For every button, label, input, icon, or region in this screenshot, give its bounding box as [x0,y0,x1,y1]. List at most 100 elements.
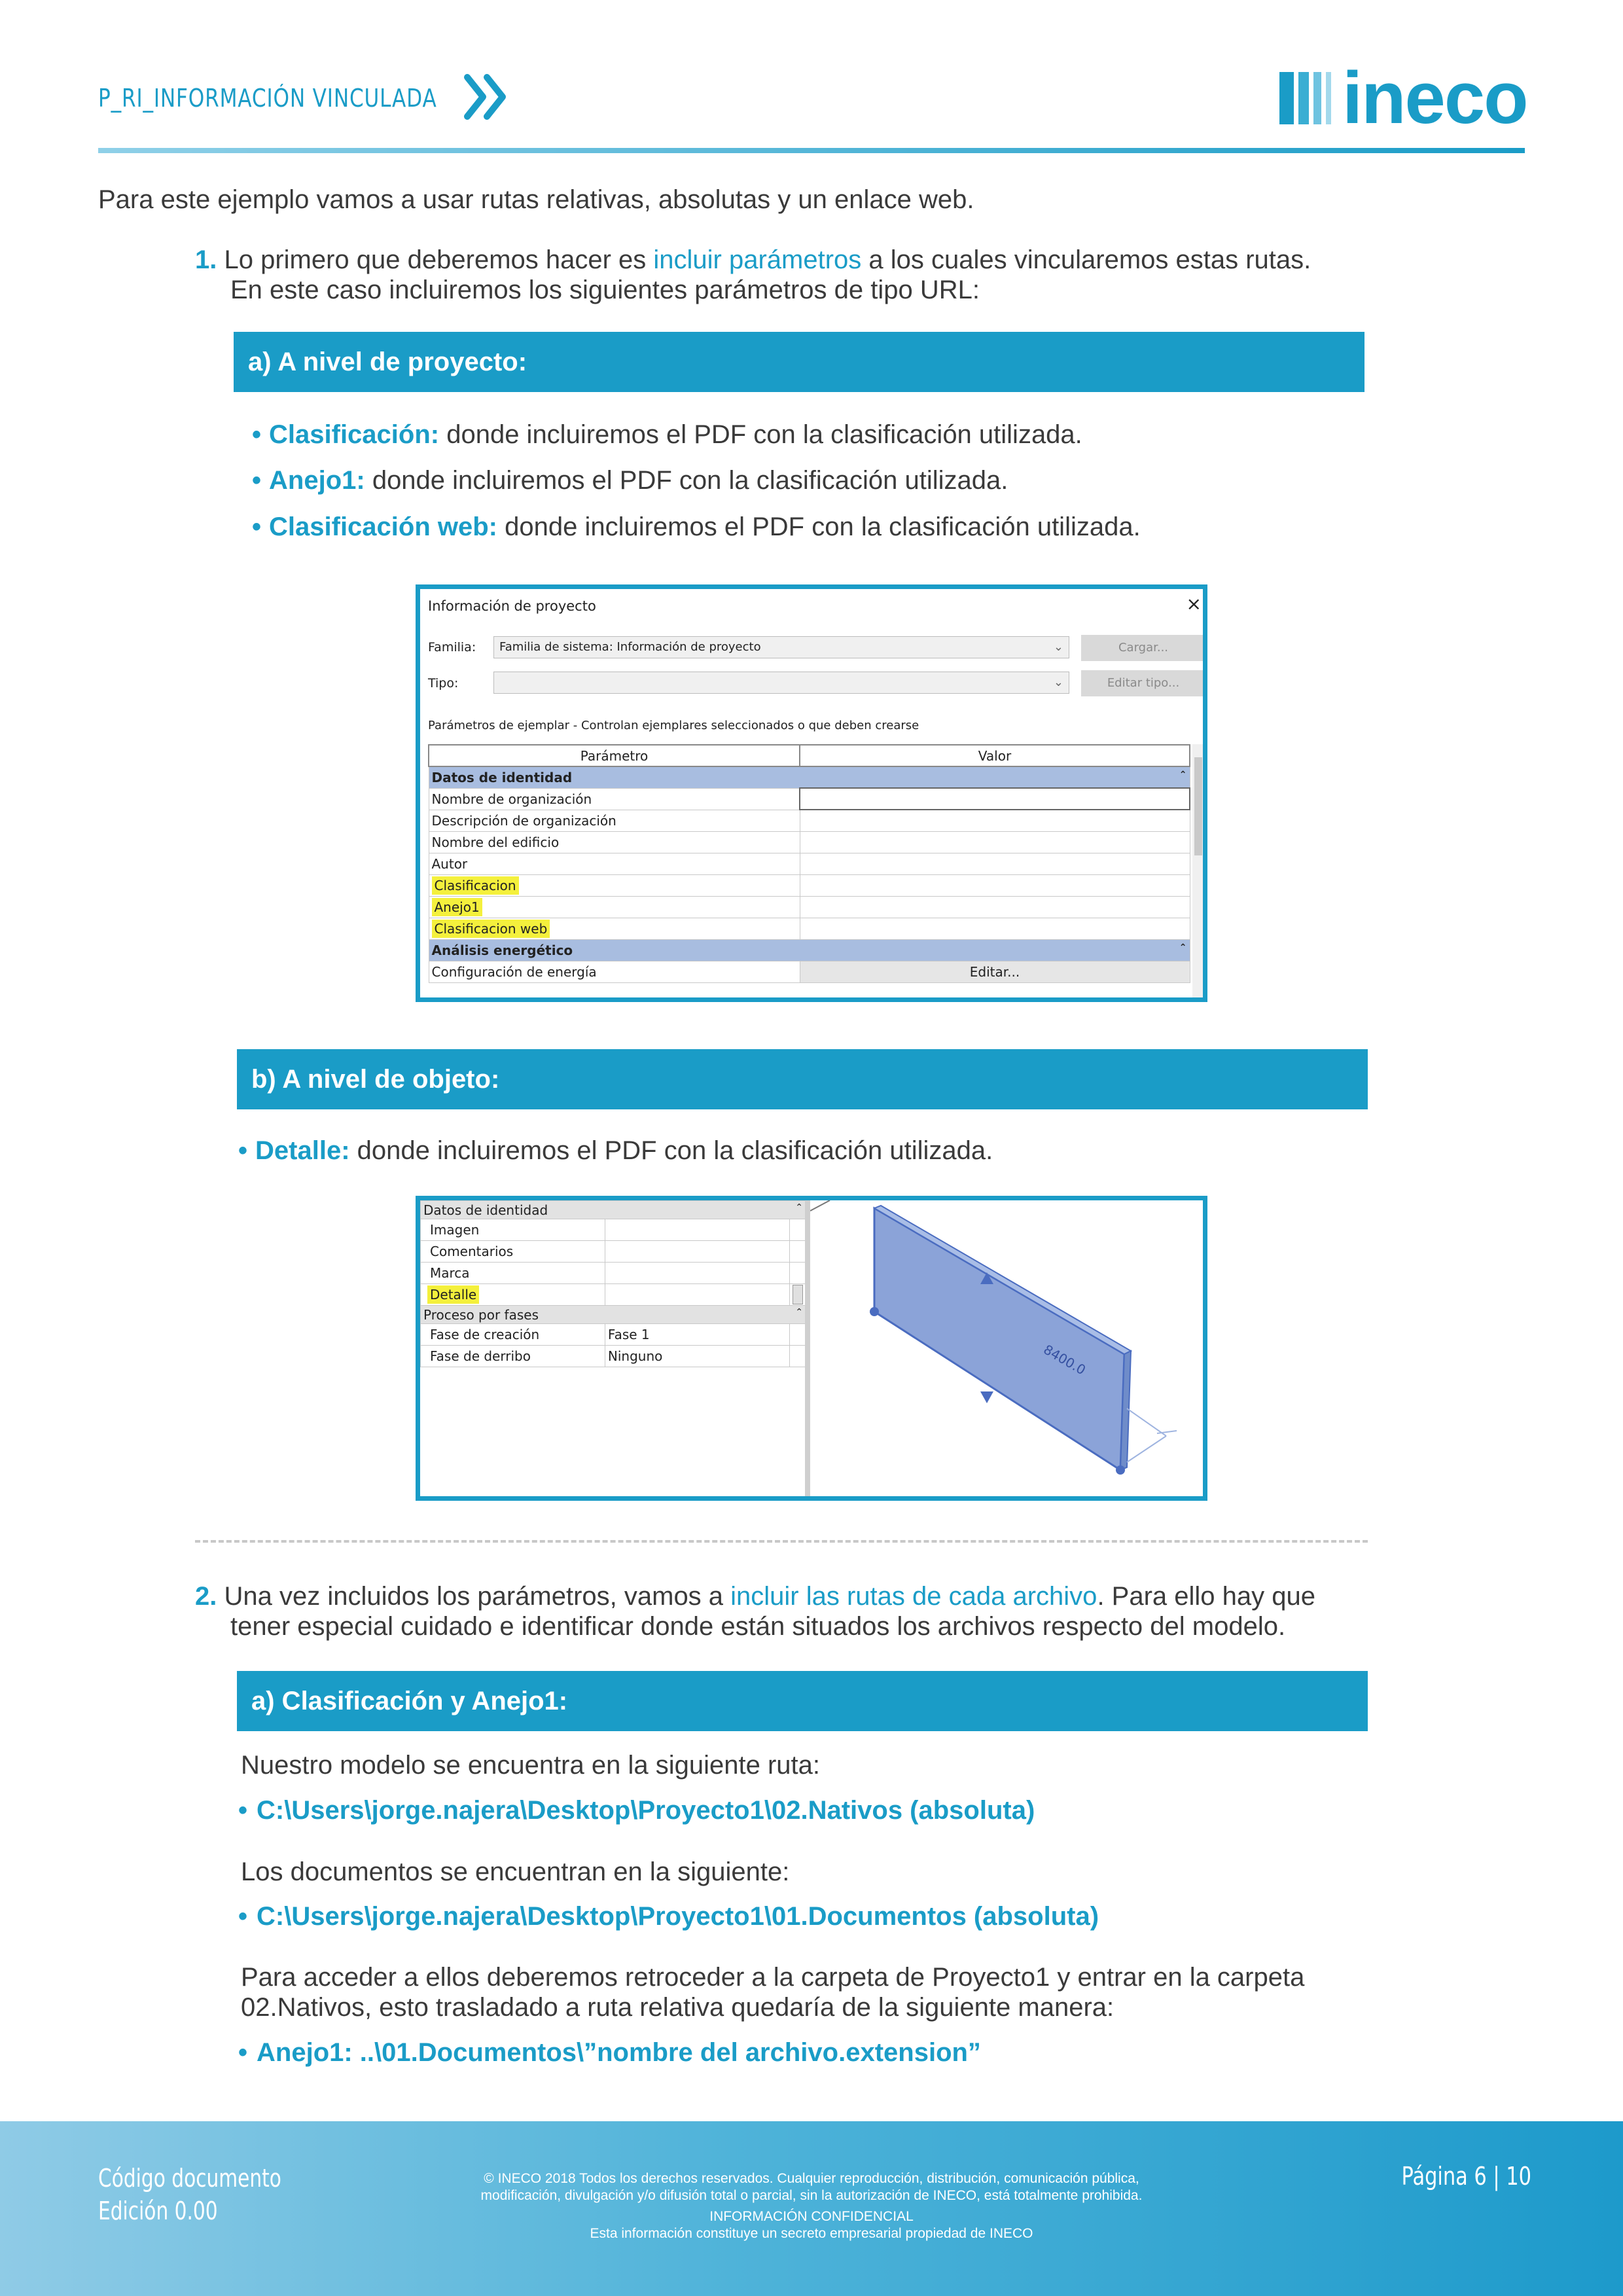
param-value[interactable] [799,809,1190,832]
step-1-line-2: En este caso incluiremos los siguientes … [230,276,980,304]
scrollbar[interactable] [1192,744,1203,997]
group-row-phases[interactable]: Proceso por fases ⌃ [420,1305,806,1324]
table-row[interactable]: Detalle [420,1283,807,1306]
close-icon[interactable]: × [1186,593,1202,615]
param-value[interactable] [799,895,1190,918]
step-1-line-1: 1. Lo primero que deberemos hacer es inc… [195,245,1311,275]
chevron-down-icon: ⌄ [1053,675,1063,689]
param-value-input[interactable] [799,787,1190,810]
bullet-clasificacion-web: • Clasificación web: donde incluiremos el… [252,512,1141,542]
project-info-dialog-screenshot: Información de proyecto × Familia: Famil… [416,584,1207,1002]
dialog-title: Información de proyecto [428,598,596,614]
section-a-heading: a) A nivel de proyecto: [234,332,1364,392]
prop-value[interactable] [604,1262,790,1284]
group-row-identity[interactable]: Datos de identidad ⌃ [428,766,1190,789]
bullet-text: donde incluiremos el PDF con la clasific… [349,1136,993,1165]
edit-energy-button[interactable]: Editar... [799,960,1190,983]
param-name: Descripción de organización [428,809,800,832]
section-b-heading: b) A nivel de objeto: [237,1049,1368,1109]
table-row[interactable]: Nombre de organización [428,787,1190,810]
type-select[interactable]: ⌄ [493,672,1069,694]
step-2-line-1: 2. Una vez incluidos los parámetros, vam… [195,1581,1315,1611]
collapse-icon[interactable]: ⌃ [1179,770,1187,780]
edit-type-button[interactable]: Editar tipo... [1081,670,1203,696]
prop-value[interactable] [604,1283,790,1306]
copyright-line-2: modificación, divulgación y/o difusión t… [480,2188,1143,2203]
documents-path: • C:\Users\jorge.najera\Desktop\Proyecto1… [238,1902,1099,1931]
bullet-anejo1: • Anejo1: donde incluiremos el PDF con la… [252,465,1008,495]
bullet-label: Detalle: [255,1136,350,1165]
prop-value[interactable]: Fase 1 [604,1323,790,1346]
header-divider [98,148,1525,153]
table-row[interactable]: Descripción de organización [428,809,1190,832]
scrollbar-thumb[interactable] [1194,757,1202,855]
param-value[interactable] [799,852,1190,875]
footer-legal: © INECO 2018 Todos los derechos reservad… [419,2170,1204,2242]
object-properties-screenshot: Datos de identidad ⌃ Imagen Comentarios M… [416,1196,1207,1501]
step-1-number: 1. [195,245,217,274]
param-name-highlighted: Clasificacion [431,876,519,895]
group-row-identity[interactable]: Datos de identidad ⌃ [420,1200,806,1219]
step-1-text: Lo primero que deberemos hacer es [224,245,654,274]
collapse-icon[interactable]: ⌃ [795,1307,803,1318]
table-row[interactable]: Imagen [420,1219,807,1241]
3d-wall-view[interactable]: 8400.0 [810,1200,1203,1496]
bullet-icon: • [252,466,262,495]
section-c-heading: a) Clasificación y Anejo1: [237,1671,1368,1731]
model-path: • C:\Users\jorge.najera\Desktop\Proyecto1… [238,1796,1035,1825]
prop-value[interactable]: Ninguno [604,1345,790,1367]
relative-path-explanation-1: Para acceder a ellos deberemos retrocede… [241,1963,1305,1992]
double-chevron-right-icon [464,74,506,120]
table-row[interactable]: Clasificacion [428,874,1190,897]
load-button[interactable]: Cargar... [1081,635,1203,661]
param-name: Configuración de energía [428,960,800,983]
step-2-text: Una vez incluidos los parámetros, vamos … [224,1582,731,1611]
path-text: Anejo1: ..\01.Documentos\”nombre del arc… [257,2038,981,2067]
table-row[interactable]: Nombre del edificio [428,831,1190,853]
document-title: P_RI_INFORMACIÓN VINCULADA [98,84,437,113]
relative-path: • Anejo1: ..\01.Documentos\”nombre del ar… [238,2038,981,2068]
column-header-value: Valor [799,744,1190,767]
group-label: Análisis energético ⌃ [428,939,1190,961]
page-number: Página 6 | 10 [1401,2162,1532,2191]
step-1-link[interactable]: incluir parámetros [653,245,861,274]
collapse-icon[interactable]: ⌃ [1179,942,1187,953]
family-select[interactable]: Familia de sistema: Información de proye… [493,636,1069,658]
confidential-note: Esta información constituye un secreto e… [590,2226,1033,2241]
family-value: Familia de sistema: Información de proye… [499,640,761,654]
param-value[interactable] [799,874,1190,897]
step-2-number: 2. [195,1582,217,1611]
prop-value[interactable] [604,1240,790,1263]
bullet-text: donde incluiremos el PDF con la clasific… [365,466,1008,495]
url-button[interactable] [792,1285,803,1304]
bullet-text: donde incluiremos el PDF con la clasific… [439,420,1082,449]
table-row[interactable]: Fase de derribo Ninguno [420,1345,807,1367]
table-row[interactable]: Comentarios [420,1240,807,1263]
prop-name: Imagen [420,1219,605,1241]
table-row[interactable]: Autor [428,852,1190,875]
param-name: Autor [428,852,800,875]
param-value[interactable] [799,917,1190,940]
panel-splitter[interactable] [805,1200,810,1496]
param-name: Nombre del edificio [428,831,800,853]
path-text: C:\Users\jorge.najera\Desktop\Proyecto1\… [257,1902,1099,1931]
table-row[interactable]: Marca [420,1262,807,1284]
table-row[interactable]: Clasificacion web [428,917,1190,940]
group-row-energy[interactable]: Análisis energético ⌃ [428,939,1190,961]
table-row[interactable]: Fase de creación Fase 1 [420,1323,807,1346]
table-row[interactable]: Anejo1 [428,895,1190,918]
bullet-label: Clasificación web: [269,512,497,541]
prop-value[interactable] [604,1219,790,1241]
document-code: Código documento [98,2164,281,2193]
collapse-icon[interactable]: ⌃ [795,1202,803,1213]
table-row[interactable]: Configuración de energía Editar... [428,960,1190,983]
object-properties-table: Datos de identidad ⌃ Imagen Comentarios M… [420,1200,807,1367]
bullet-detalle: • Detalle: donde incluiremos el PDF con l… [238,1136,993,1166]
params-caption: Parámetros de ejemplar - Controlan ejemp… [428,719,919,732]
parameters-table: Parámetro Valor Datos de identidad ⌃ Nomb… [428,744,1190,983]
param-value[interactable] [799,831,1190,853]
chevron-down-icon: ⌄ [1053,640,1063,654]
bullet-icon: • [252,512,262,541]
step-1-text-end: a los cuales vincularemos estas rutas. [861,245,1311,274]
step-2-link[interactable]: incluir las rutas de cada archivo [730,1582,1097,1611]
